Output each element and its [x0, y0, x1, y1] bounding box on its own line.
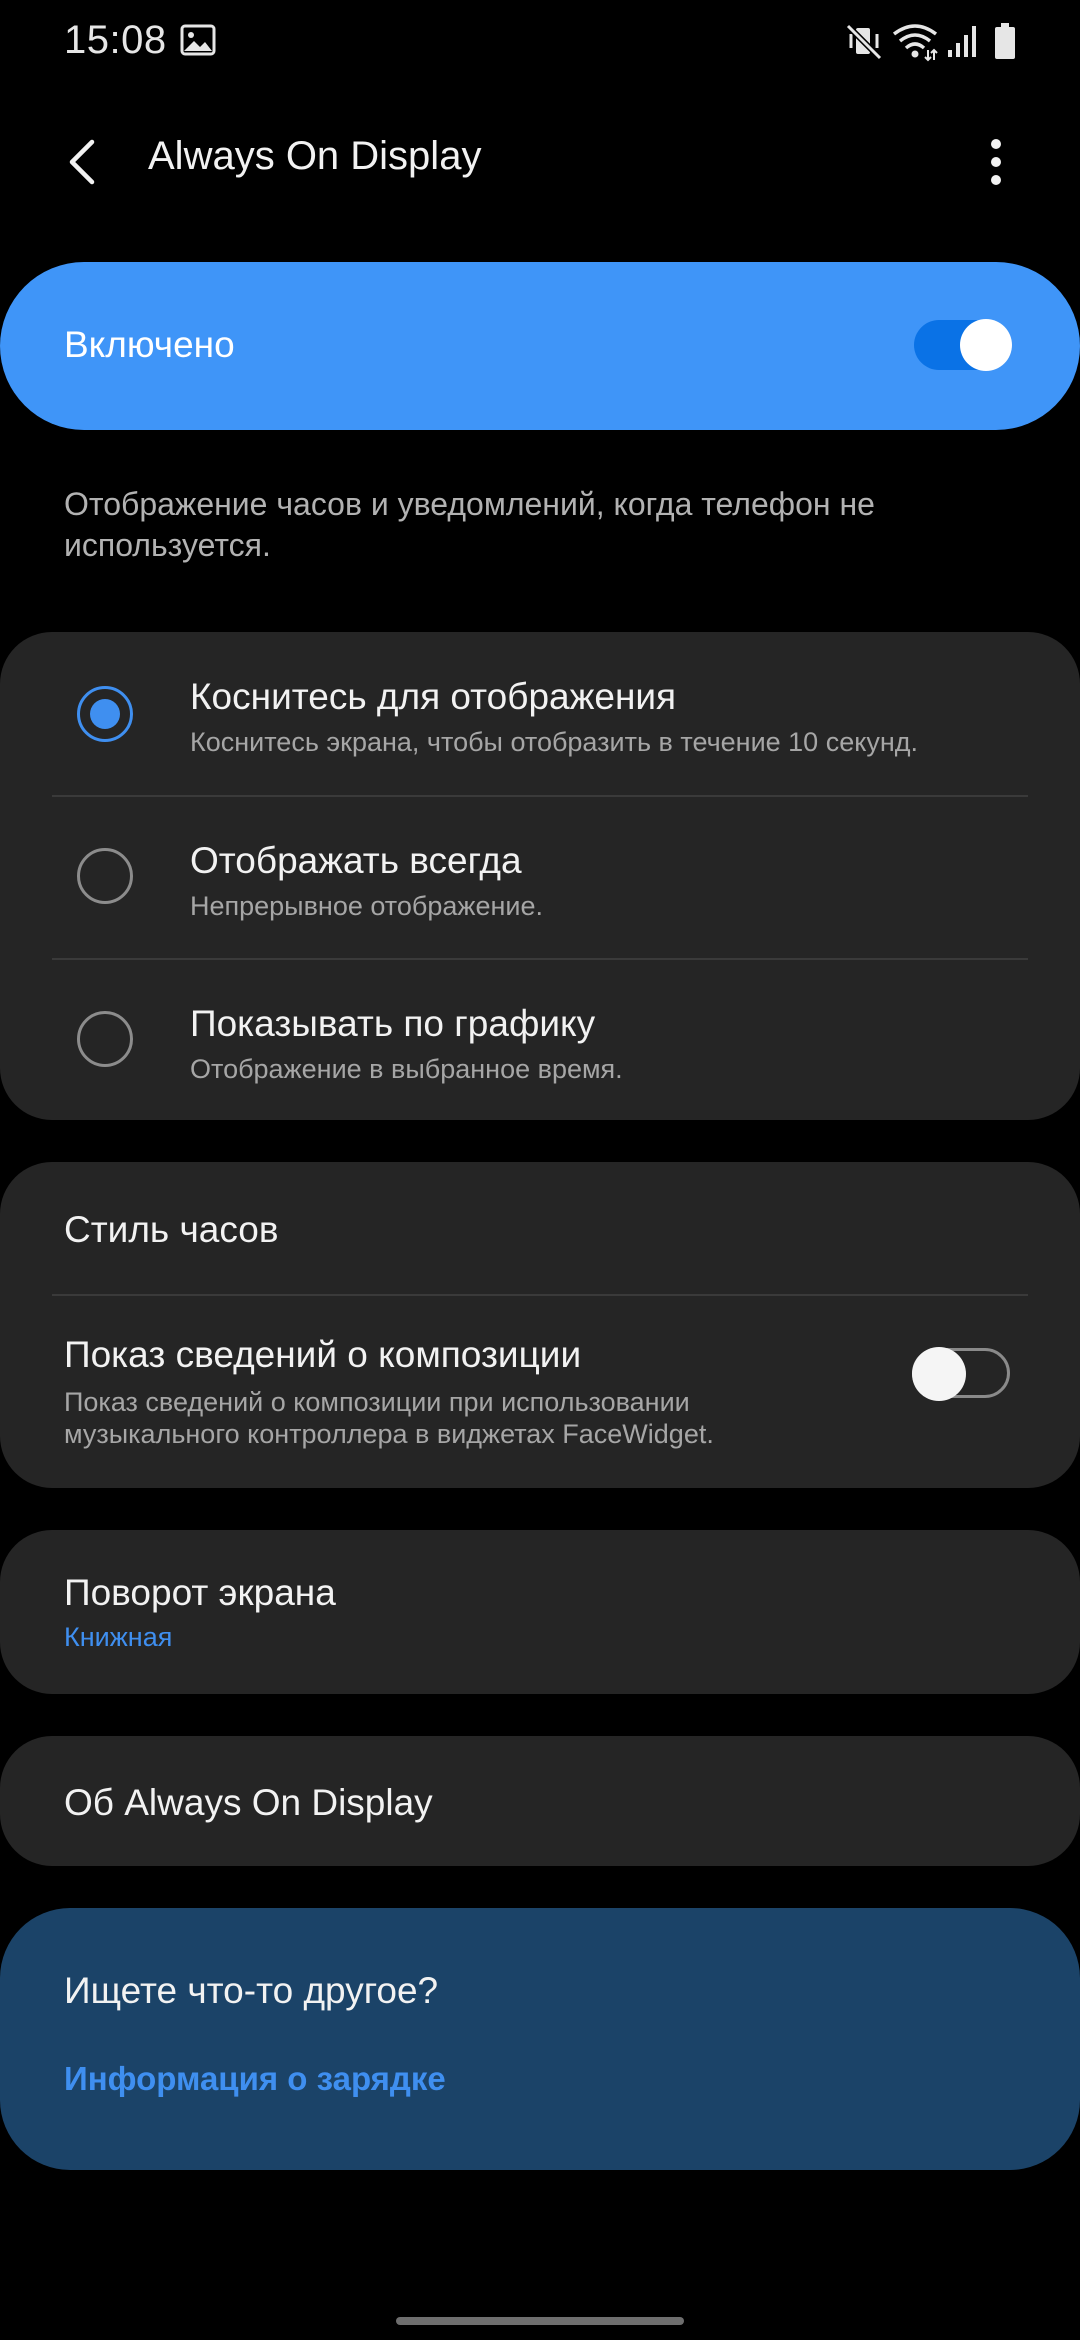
option-title: Коснитесь для отображения	[190, 676, 677, 717]
more-vert-icon	[991, 139, 1001, 185]
clock-settings-card: Стиль часов Показ сведений о композиции …	[0, 1162, 1080, 1488]
home-indicator[interactable]	[396, 2317, 684, 2325]
music-info-row[interactable]: Показ сведений о композиции Показ сведен…	[0, 1296, 1080, 1488]
clock-style-label: Стиль часов	[64, 1209, 279, 1250]
music-info-subtitle: Показ сведений о композиции при использо…	[64, 1387, 714, 1449]
status-bar: 15:08	[0, 0, 1080, 84]
page-title: Always On Display	[148, 134, 482, 178]
battery-icon	[995, 23, 1015, 59]
charging-info-link[interactable]: Информация о зарядке	[64, 2060, 446, 2098]
back-button[interactable]	[44, 122, 124, 202]
radio-button[interactable]	[77, 1011, 133, 1067]
about-card[interactable]: Об Always On Display	[0, 1736, 1080, 1866]
option-as-scheduled[interactable]: Показывать по графику Отображение в выбр…	[0, 959, 1080, 1121]
master-switch-card[interactable]: Включено	[0, 262, 1080, 430]
suggestions-title: Ищете что-то другое?	[64, 1970, 439, 2011]
option-subtitle: Коснитесь экрана, чтобы отобразить в теч…	[190, 727, 918, 757]
option-subtitle: Отображение в выбранное время.	[190, 1054, 623, 1084]
app-bar: Always On Display	[0, 84, 1080, 232]
status-time: 15:08	[64, 18, 167, 62]
radio-button[interactable]	[77, 848, 133, 904]
toggle-knob	[912, 1347, 966, 1401]
about-label: Об Always On Display	[64, 1782, 433, 1823]
feature-description: Отображение часов и уведомлений, когда т…	[64, 486, 875, 563]
music-info-toggle[interactable]	[912, 1347, 1010, 1401]
suggestions-card: Ищете что-то другое? Информация о зарядк…	[0, 1908, 1080, 2170]
option-tap-to-show[interactable]: Коснитесь для отображения Коснитесь экра…	[0, 632, 1080, 794]
display-mode-card: Коснитесь для отображения Коснитесь экра…	[0, 632, 1080, 1120]
option-title: Показывать по графику	[190, 1003, 596, 1044]
option-title: Отображать всегда	[190, 840, 522, 881]
option-subtitle: Непрерывное отображение.	[190, 891, 543, 921]
music-info-title: Показ сведений о композиции	[64, 1334, 582, 1375]
radio-dot	[90, 699, 120, 729]
radio-button-selected[interactable]	[77, 686, 133, 742]
master-toggle[interactable]	[914, 319, 1012, 371]
screen-rotation-value: Книжная	[64, 1622, 173, 1652]
screen-rotation-title: Поворот экрана	[64, 1572, 336, 1613]
screen-rotation-card[interactable]: Поворот экрана Книжная	[0, 1530, 1080, 1694]
toggle-knob	[960, 319, 1012, 371]
more-options-button[interactable]	[956, 122, 1036, 202]
wifi-icon	[892, 24, 938, 62]
back-arrow-icon	[69, 139, 95, 185]
signal-icon	[948, 26, 976, 57]
screen: 15:08 Always On Display Включено Отображ…	[0, 0, 1080, 2340]
clock-style-row[interactable]: Стиль часов	[0, 1162, 1080, 1294]
option-show-always[interactable]: Отображать всегда Непрерывное отображени…	[0, 796, 1080, 958]
gallery-icon	[180, 24, 216, 56]
vibrate-mute-icon	[846, 23, 882, 61]
master-switch-label: Включено	[64, 324, 235, 365]
